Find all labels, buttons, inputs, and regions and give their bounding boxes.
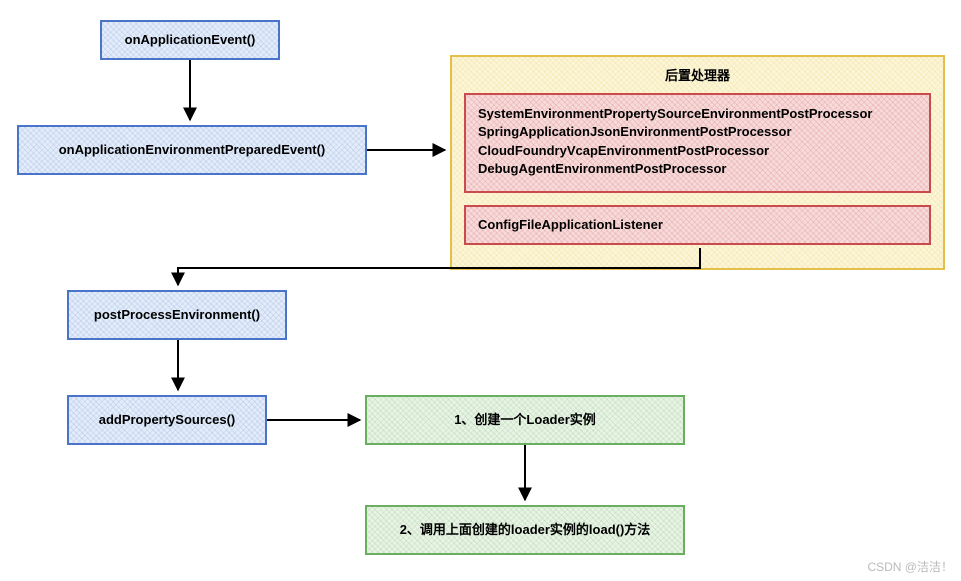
postprocessor-title: 后置处理器	[464, 67, 931, 85]
node-postProcessEnvironment: postProcessEnvironment()	[67, 290, 287, 340]
node-createLoader: 1、创建一个Loader实例	[365, 395, 685, 445]
postprocessor-list: SystemEnvironmentPropertySourceEnvironme…	[464, 93, 931, 193]
node-label: 1、创建一个Loader实例	[454, 411, 596, 429]
node-label: 2、调用上面创建的loader实例的load()方法	[400, 521, 651, 539]
configfile-listener-label: ConfigFileApplicationListener	[478, 216, 663, 234]
node-callLoad: 2、调用上面创建的loader实例的load()方法	[365, 505, 685, 555]
postprocessor-item: SpringApplicationJsonEnvironmentPostProc…	[478, 123, 917, 141]
postprocessor-title-label: 后置处理器	[665, 68, 730, 83]
watermark-text: CSDN @洁洁！	[867, 560, 953, 574]
node-label: addPropertySources()	[99, 411, 236, 429]
postprocessor-container: 后置处理器 SystemEnvironmentPropertySourceEnv…	[450, 55, 945, 270]
configfile-listener: ConfigFileApplicationListener	[464, 205, 931, 245]
node-label: postProcessEnvironment()	[94, 306, 260, 324]
postprocessor-item: SystemEnvironmentPropertySourceEnvironme…	[478, 105, 917, 123]
node-label: onApplicationEnvironmentPreparedEvent()	[59, 141, 326, 159]
postprocessor-item: DebugAgentEnvironmentPostProcessor	[478, 160, 917, 178]
node-onApplicationEvent: onApplicationEvent()	[100, 20, 280, 60]
watermark: CSDN @洁洁！	[867, 558, 953, 575]
node-onApplicationEnvironmentPreparedEvent: onApplicationEnvironmentPreparedEvent()	[17, 125, 367, 175]
node-addPropertySources: addPropertySources()	[67, 395, 267, 445]
postprocessor-item: CloudFoundryVcapEnvironmentPostProcessor	[478, 142, 917, 160]
node-label: onApplicationEvent()	[125, 31, 256, 49]
